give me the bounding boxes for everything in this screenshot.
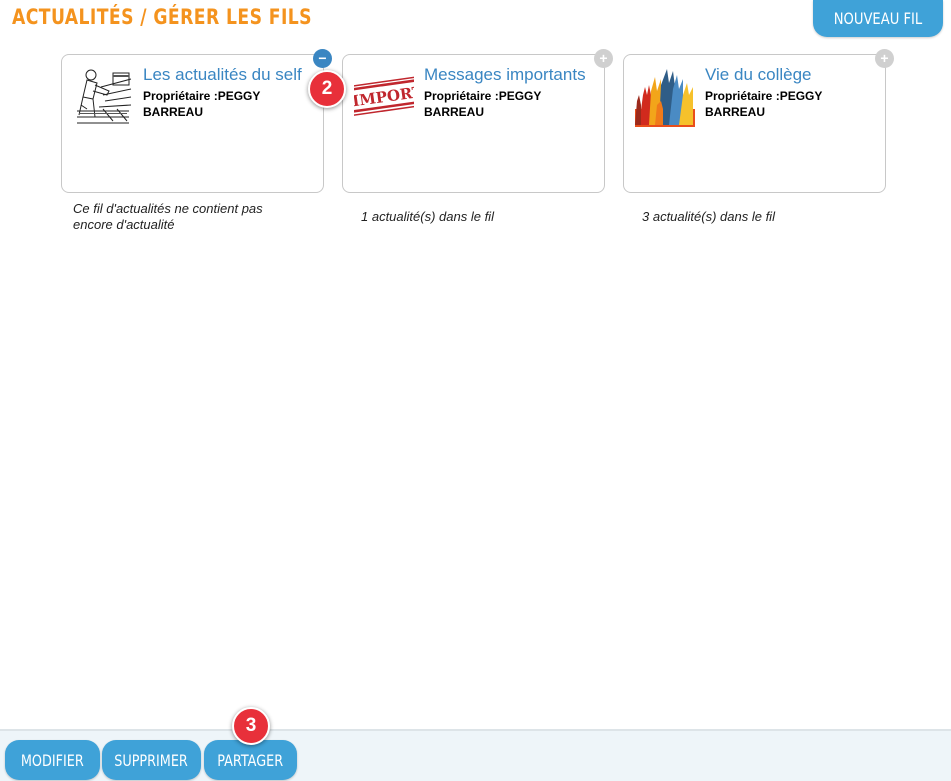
feed-card-self[interactable]: Les actualités du self Propriétaire :PEG… (61, 49, 332, 193)
feed-owner: Propriétaire :PEGGY BARREAU (143, 89, 261, 119)
feed-card-important[interactable]: IMPORTANT Messages importants Propriétai… (342, 49, 613, 193)
feed-thumbnail-raised-hands (635, 65, 695, 127)
collapse-icon[interactable]: − (313, 49, 332, 68)
feed-thumbnail-engraving (73, 65, 133, 127)
feed-owner: Propriétaire :PEGGY BARREAU (705, 89, 823, 119)
feed-owner: Propriétaire :PEGGY BARREAU (424, 89, 542, 119)
feed-card-college[interactable]: Vie du collège Propriétaire :PEGGY BARRE… (623, 49, 894, 193)
feed-status: Ce fil d'actualités ne contient pas enco… (73, 201, 263, 232)
feed-thumbnail-important-stamp: IMPORTANT (354, 65, 414, 127)
feed-title[interactable]: Messages importants (424, 65, 586, 85)
step-badge-3: 3 (232, 707, 270, 745)
share-button[interactable]: PARTAGER (204, 740, 297, 780)
feed-title[interactable]: Vie du collège (705, 65, 812, 85)
modify-button[interactable]: MODIFIER (5, 740, 100, 780)
feed-title[interactable]: Les actualités du self (143, 65, 302, 85)
expand-icon[interactable]: + (875, 49, 894, 68)
delete-button[interactable]: SUPPRIMER (102, 740, 201, 780)
new-feed-button[interactable]: NOUVEAU FIL (813, 0, 943, 37)
feed-status: 1 actualité(s) dans le fil (361, 209, 494, 224)
page-title: ACTUALITÉS / GÉRER LES FILS (12, 5, 312, 29)
expand-icon[interactable]: + (594, 49, 613, 68)
step-badge-2: 2 (308, 70, 346, 108)
feed-status: 3 actualité(s) dans le fil (642, 209, 775, 224)
